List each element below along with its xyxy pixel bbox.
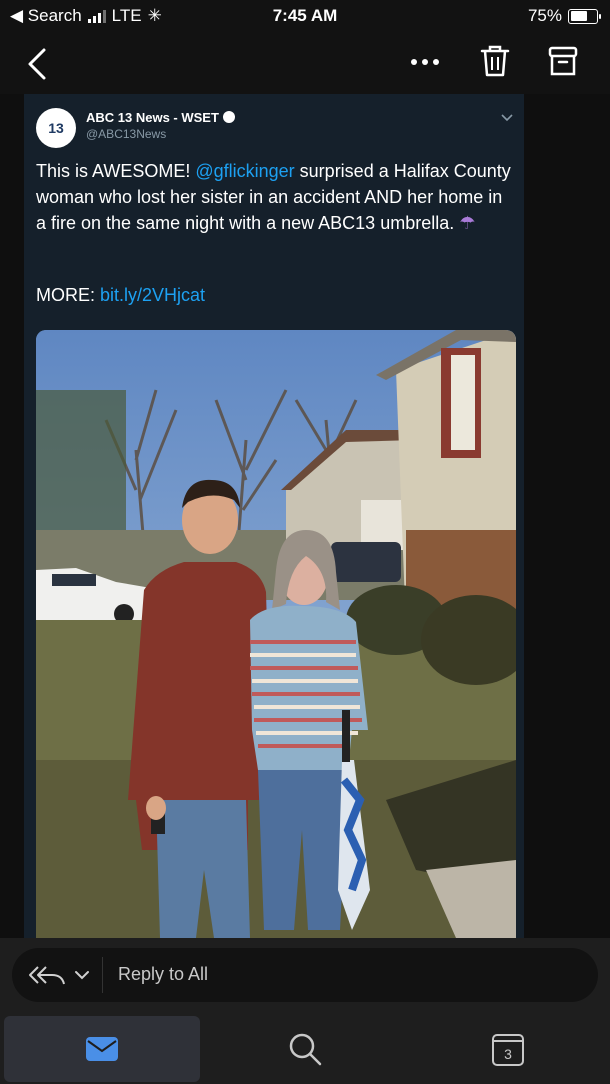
tab-search[interactable] — [210, 1016, 400, 1082]
account-handle: @ABC13News — [86, 127, 167, 141]
tab-mail[interactable] — [4, 1016, 200, 1082]
tab-calendar[interactable]: 3 — [410, 1016, 606, 1082]
reply-all-label[interactable]: Reply to All — [118, 964, 208, 985]
more-options-icon[interactable] — [406, 50, 446, 74]
status-bar: ◀ Search LTE ✳ 7:45 AM 75% — [0, 0, 610, 34]
more-line: MORE: bit.ly/2VHjcat — [36, 285, 205, 306]
battery-fill — [570, 11, 587, 21]
account-name-text: ABC 13 News - WSET — [86, 110, 219, 125]
tweet-text: This is AWESOME! @gflickinger surprised … — [36, 158, 512, 236]
message-body: 13 ABC 13 News - WSET @ABC13News This is… — [0, 94, 610, 938]
tweet-photo — [36, 330, 516, 938]
back-chevron-icon[interactable] — [22, 40, 62, 86]
battery-icon — [568, 8, 601, 24]
account-avatar: 13 — [36, 108, 76, 148]
reply-all-icon[interactable] — [26, 962, 96, 988]
tweet-text-start: This is AWESOME! — [36, 161, 196, 181]
mail-icon — [86, 1037, 118, 1061]
reply-bar[interactable]: Reply to All — [12, 948, 598, 1002]
account-name: ABC 13 News - WSET — [86, 110, 235, 125]
calendar-day-number: 3 — [504, 1046, 512, 1062]
verified-icon — [222, 111, 235, 123]
tweet-card: 13 ABC 13 News - WSET @ABC13News This is… — [24, 94, 524, 938]
avatar-text: 13 — [48, 120, 64, 136]
status-time: 7:45 AM — [272, 6, 338, 25]
reply-divider — [102, 957, 103, 993]
tweet-mention: @gflickinger — [195, 161, 295, 181]
battery-label: 75% — [527, 6, 562, 25]
message-toolbar — [0, 34, 610, 94]
tab-bar: 3 — [0, 1016, 610, 1084]
status-right: 75% — [527, 6, 601, 26]
trash-icon[interactable] — [478, 42, 512, 80]
bottom-toolbar: Reply to All 3 — [0, 938, 610, 1084]
calendar-icon: 3 — [492, 1034, 524, 1066]
umbrella-emoji-icon: ☂ — [459, 213, 476, 233]
chevron-down-icon — [501, 114, 513, 122]
photo-illustration — [36, 330, 516, 938]
search-icon — [289, 1033, 322, 1066]
more-label: MORE: — [36, 285, 101, 305]
archive-icon[interactable] — [546, 42, 580, 80]
tweet-link: bit.ly/2VHjcat — [100, 285, 206, 305]
